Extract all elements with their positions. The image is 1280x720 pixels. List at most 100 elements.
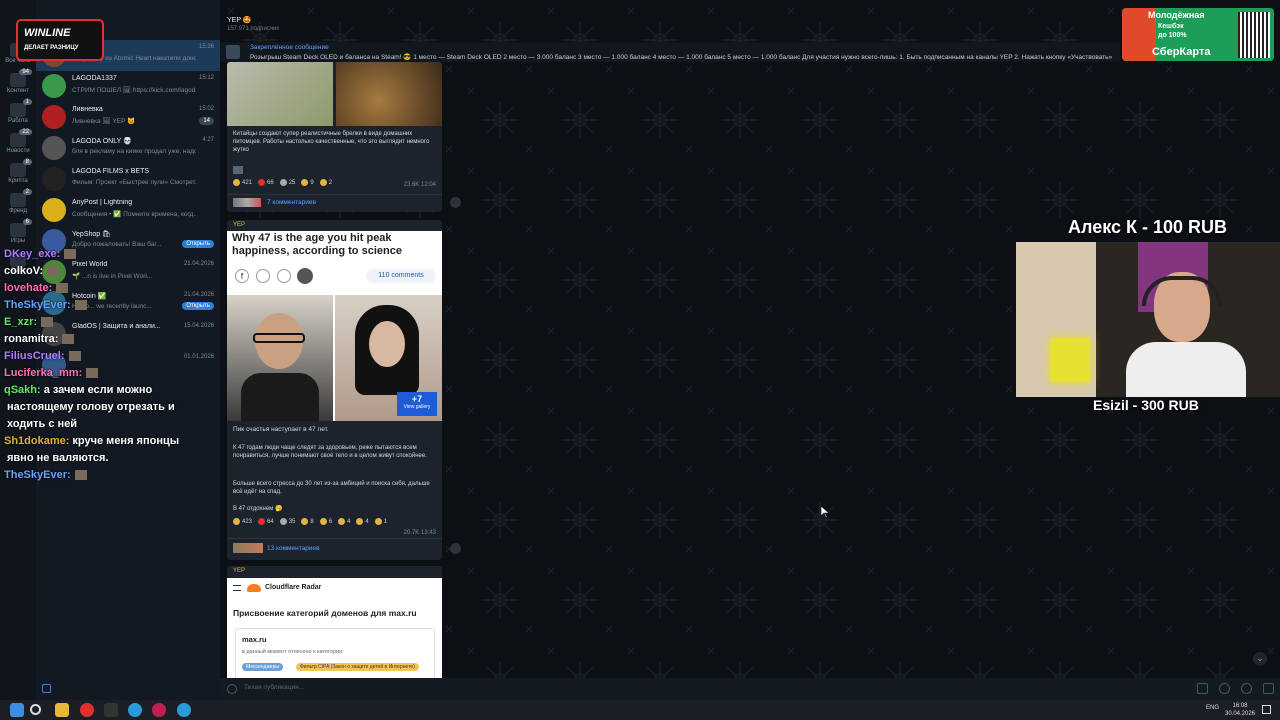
message-input[interactable]: Тихая публикация... — [244, 684, 304, 691]
neon-sign — [1050, 338, 1090, 382]
send-icon[interactable] — [1263, 683, 1274, 694]
chat-username: E_xzr: — [4, 316, 38, 328]
comments-link[interactable]: 13 комментариев — [267, 545, 320, 552]
screenshot-title: Присвоение категорий доменов для max.ru — [233, 608, 417, 618]
headphones — [1142, 276, 1222, 306]
chat-list-item[interactable]: Ливневка 15:02 Ливневка 🖼 YEP 🐱 14 — [36, 102, 220, 133]
windows-start-icon[interactable] — [10, 703, 24, 717]
chat-username: Sh1dokame: — [4, 435, 70, 447]
reaction-chip[interactable]: 8 — [301, 518, 314, 525]
brand-name: Cloudflare Radar — [265, 584, 322, 591]
yandex-browser-icon[interactable] — [80, 703, 94, 717]
gallery-count: +7 — [411, 394, 423, 404]
reaction-emoji-icon — [233, 179, 240, 186]
qr-code-icon — [1238, 12, 1270, 58]
reaction-count: 64 — [267, 518, 274, 525]
domain-name: max.ru — [242, 635, 267, 644]
emote-icon — [74, 470, 87, 481]
file-explorer-icon[interactable] — [55, 703, 69, 717]
article-preview[interactable]: Why 47 is the age you hit peak happiness… — [227, 231, 442, 421]
reaction-emoji-icon — [301, 179, 309, 186]
emote-icon — [86, 368, 99, 379]
chat-header[interactable]: YEP 🤩 157 971 подписчик — [220, 12, 1120, 42]
shield-icon[interactable] — [42, 684, 51, 693]
post-image-cat[interactable] — [227, 62, 333, 126]
search-icon[interactable] — [30, 704, 41, 715]
stream-chat-line: ronamitra: — [4, 331, 220, 348]
reaction-chip[interactable]: 9 — [301, 179, 314, 186]
obs-icon[interactable] — [152, 703, 166, 717]
language-indicator[interactable]: ENG — [1206, 705, 1219, 711]
reaction-chip[interactable]: 4 — [356, 518, 369, 525]
folder-label: Крипта — [8, 178, 28, 184]
reaction-chip[interactable]: 66 — [258, 179, 274, 186]
post-pets-keychains: Китайцы создают супер реалистичные брелк… — [227, 62, 442, 212]
post-image-dog[interactable] — [336, 62, 442, 126]
comments-button[interactable]: 110 comments — [366, 269, 436, 283]
snapchat-icon[interactable] — [277, 269, 291, 283]
mute-icon[interactable] — [1219, 683, 1230, 694]
forward-icon[interactable] — [450, 543, 461, 554]
domain-subtitle: в данный момент отнесено к категории: — [242, 649, 344, 655]
reaction-chip[interactable]: 64 — [258, 518, 274, 525]
reaction-count: 25 — [288, 179, 296, 186]
reaction-count: 8 — [310, 518, 314, 525]
reaction-count: 66 — [267, 179, 274, 186]
notifications-icon[interactable] — [1262, 705, 1271, 714]
reaction-chip[interactable]: 2 — [319, 179, 332, 186]
emote-icon — [47, 266, 60, 277]
chat-name: YepShop 🛍 — [72, 231, 111, 238]
post-cloudflare: YEP Cloudflare Radar Присвоение категори… — [227, 566, 442, 678]
chat-list-item[interactable]: LAGODA FILMS x BETS Фильм: Проект «Быстре… — [36, 164, 220, 195]
reaction-chip[interactable]: 4 — [338, 518, 350, 525]
telegram-icon[interactable] — [128, 703, 142, 717]
reaction-chip[interactable]: 6 — [319, 518, 332, 525]
stream-chat-line: DKey_exe: — [4, 246, 220, 263]
sticker-icon — [233, 166, 243, 174]
scroll-down-icon[interactable]: ⌄ — [1253, 652, 1267, 666]
channel-title: YEP 🤩 — [227, 17, 252, 24]
article-title: Why 47 is the age you hit peak happiness… — [232, 232, 402, 257]
chat-username: Luciferka_mm: — [4, 367, 83, 379]
clock[interactable]: 16:08 30.04.2026 — [1225, 702, 1255, 718]
reaction-chip[interactable]: 35 — [279, 518, 295, 525]
mouse-cursor-icon — [821, 506, 829, 518]
reaction-count: 421 — [242, 179, 253, 186]
whatsapp-icon[interactable] — [256, 269, 270, 283]
reactions-bar[interactable]: 421 66 25 9 2 — [227, 179, 338, 186]
caption-body: К 47 годам люди чаще следят за здоровьем… — [233, 445, 427, 459]
folder-badge: 6 — [22, 219, 32, 225]
stream-chat-line: E_xzr: — [4, 314, 220, 331]
facebook-icon[interactable]: f — [235, 269, 249, 283]
views: 20.7K — [403, 530, 420, 536]
app-icon[interactable] — [104, 703, 118, 717]
reaction-chip[interactable]: 423 — [233, 518, 252, 525]
screenshot-image[interactable]: Cloudflare Radar Присвоение категорий до… — [227, 578, 442, 678]
attach-icon[interactable] — [227, 684, 237, 694]
gallery-button[interactable]: +7 View gallery — [397, 392, 437, 416]
stream-chat-line: colkoV: — [4, 263, 220, 280]
chat-list-item[interactable]: AnyPost | Lightning Сообщения • ✅ Помните… — [36, 195, 220, 226]
commenter-avatars — [233, 198, 261, 207]
chat-name: LAGODA FILMS x BETS — [72, 168, 150, 175]
pinned-message-bar[interactable]: Закреплённое сообщение Розыгрыш Steam De… — [220, 42, 1120, 62]
folder-icon: 8 — [10, 159, 32, 177]
reaction-chip[interactable]: 421 — [233, 179, 252, 186]
folder-icon: 1 — [10, 99, 32, 117]
winline-logo: WINLINE ДЕЛАЕТ РАЗНИЦУ — [16, 19, 104, 61]
reactions-bar[interactable]: 423 64 35 8 6 4 4 1 — [227, 518, 393, 525]
emote-icon — [68, 351, 81, 362]
stream-chat-line: настоящему голову отрезать и — [4, 399, 220, 416]
reaction-emoji-icon — [258, 518, 266, 525]
reaction-chip[interactable]: 25 — [279, 179, 296, 186]
telegram-icon[interactable] — [177, 703, 191, 717]
emoji-icon[interactable] — [1241, 683, 1252, 694]
calendar-icon[interactable] — [1197, 683, 1208, 694]
forward-icon[interactable] — [450, 197, 461, 208]
reaction-chip[interactable]: 1 — [374, 518, 387, 525]
chat-list-item[interactable]: LAGODA1337 15:12 СТРИМ ПОШЕЛ 🖼 https://kic… — [36, 71, 220, 102]
share-icon[interactable] — [297, 268, 313, 284]
post-time: 13:43 — [420, 530, 436, 536]
chat-list-item[interactable]: LAGODA ONLY 💀 4:27 бля в рекламу на киике … — [36, 133, 220, 164]
comments-link[interactable]: 7 комментариев — [267, 199, 316, 206]
